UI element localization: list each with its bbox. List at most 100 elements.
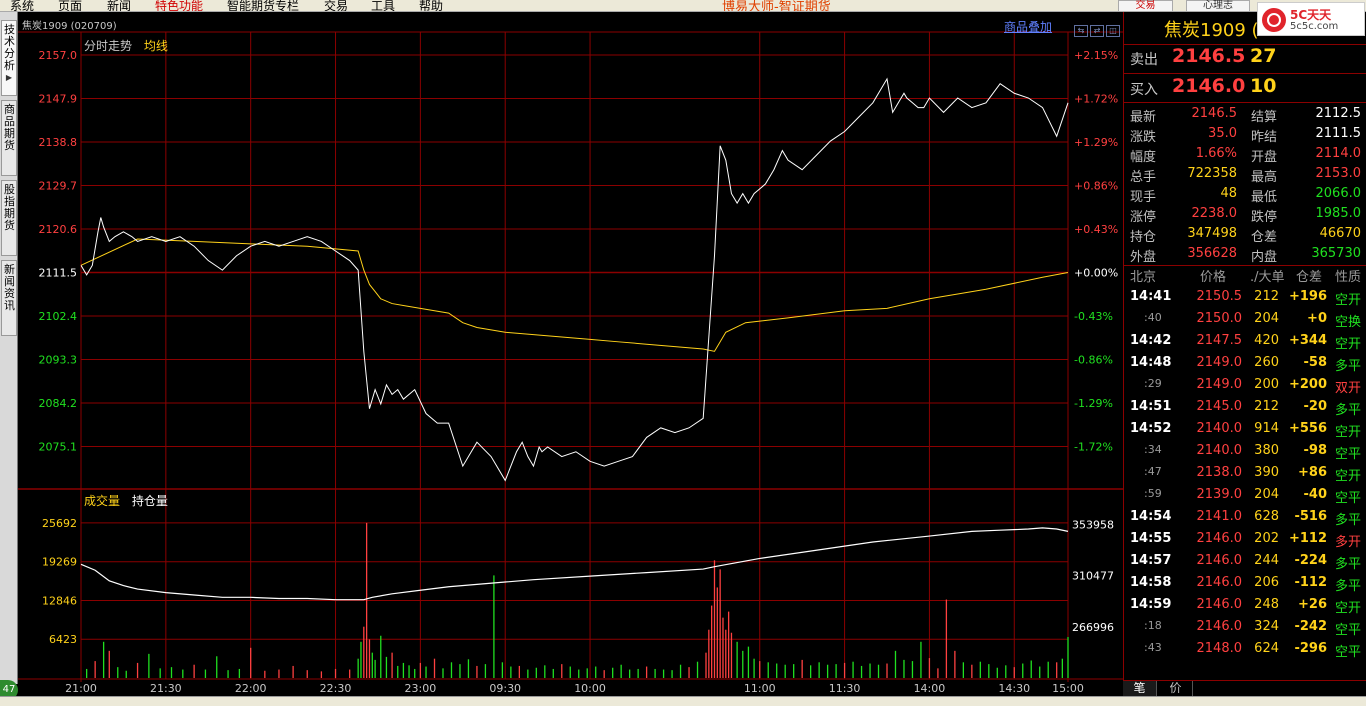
tick-row[interactable]: :18 2146.0 324 -242 空平 (1124, 616, 1366, 638)
tick-price: 2146.0 (1196, 531, 1243, 546)
tick-volume: 420 (1254, 333, 1279, 348)
app-title: 博易大师-智证期货 (722, 0, 831, 12)
price-tick-label: 2093.3 (39, 354, 78, 367)
chart-area[interactable]: 2157.0 +2.15% 2147.9 +1.72% 2138.8 +1.29% 2129… (18, 12, 1123, 696)
tick-nature: 多平 (1334, 513, 1361, 528)
volume-chart-legend: 成交量 持仓量 (84, 492, 168, 509)
menu-item-system[interactable]: 系统 (10, 0, 34, 11)
tick-row[interactable]: :34 2140.0 380 -98 空平 (1124, 440, 1366, 462)
tick-time: :59 (1144, 487, 1162, 500)
tab-news[interactable]: 新闻资讯 (1, 260, 17, 336)
stat-value: 2114.0 (1315, 146, 1362, 161)
shrink-icon[interactable]: ⇆ (1074, 25, 1088, 37)
tick-price: 2146.0 (1196, 553, 1243, 568)
tick-price: 2140.0 (1196, 421, 1243, 436)
tick-oi-diff: -58 (1303, 355, 1328, 370)
tick-oi-diff: -516 (1294, 509, 1327, 524)
menu-item-column[interactable]: 智能期货专栏 (227, 0, 299, 11)
tick-row[interactable]: 14:51 2145.0 212 -20 多平 (1124, 396, 1366, 418)
tab-by-tick[interactable]: 笔 (1123, 681, 1157, 696)
expand-icon[interactable]: ⇄ (1090, 25, 1104, 37)
tick-volume: 260 (1254, 355, 1279, 370)
ask-price[interactable]: 2146.5 (1172, 45, 1245, 67)
tab-news-label: 新闻资讯 (4, 263, 15, 312)
tick-price: 2150.5 (1196, 289, 1243, 304)
tick-oi-diff: -112 (1294, 575, 1327, 590)
time-tick-label: 11:00 (744, 682, 776, 695)
symbol-info: 焦炭1909 (020709) (22, 21, 117, 32)
tab-index-futures[interactable]: 股指期货 (1, 180, 17, 256)
trade-button[interactable]: 交易 (1118, 0, 1173, 11)
ticks-header-oi-diff: 仓差 (1296, 270, 1323, 285)
tick-oi-diff: -242 (1294, 619, 1327, 634)
chevron-right-icon: ▶ (5, 73, 13, 82)
stats-row: 现手 48 最低 2066.0 (1124, 184, 1366, 205)
tick-volume: 628 (1254, 509, 1279, 524)
tick-row[interactable]: 14:55 2146.0 202 +112 多开 (1124, 528, 1366, 550)
stats-row: 持仓 347498 仓差 46670 (1124, 224, 1366, 245)
price-tick-label: 2102.4 (39, 310, 78, 323)
tick-oi-diff: -224 (1294, 553, 1327, 568)
intraday-chart[interactable]: 2157.0 +2.15% 2147.9 +1.72% 2138.8 +1.29% 2129… (18, 12, 1123, 696)
stat-value: 2066.0 (1315, 186, 1362, 201)
time-tick-label: 23:00 (405, 682, 437, 695)
tick-nature: 多平 (1334, 579, 1361, 594)
tick-time: 14:42 (1130, 333, 1172, 348)
tick-row[interactable]: :40 2150.0 204 +0 空换 (1124, 308, 1366, 330)
menu-item-news[interactable]: 新闻 (107, 0, 131, 11)
price-line (80, 77, 1069, 482)
tick-price: 2147.5 (1196, 333, 1243, 348)
tick-row[interactable]: 14:41 2150.5 212 +196 空开 (1124, 286, 1366, 308)
stat-value: 2112.5 (1315, 106, 1362, 121)
tick-row[interactable]: :43 2148.0 624 -296 空平 (1124, 638, 1366, 660)
tick-nature: 空平 (1334, 447, 1361, 462)
zoom-icon[interactable]: ◫ (1106, 25, 1120, 37)
tab-by-price[interactable]: 价 (1159, 681, 1193, 696)
tick-row[interactable]: 14:59 2146.0 248 +26 空开 (1124, 594, 1366, 616)
mood-button[interactable]: 心理志 (1186, 0, 1250, 11)
volume-chart-title: 成交量 (84, 494, 121, 508)
price-tick-label: 2157.0 (39, 49, 78, 62)
stat-value: 46670 (1319, 226, 1361, 241)
menu-item-features[interactable]: 特色功能 (155, 0, 203, 11)
tick-row[interactable]: 14:54 2141.0 628 -516 多平 (1124, 506, 1366, 528)
tick-nature: 空换 (1334, 315, 1361, 330)
tick-volume: 212 (1254, 289, 1279, 304)
stats-row: 幅度 1.66% 开盘 2114.0 (1124, 144, 1366, 165)
tick-time: :40 (1144, 311, 1162, 324)
time-tick-label: 15:00 (1052, 682, 1084, 695)
menu-item-help[interactable]: 帮助 (419, 0, 443, 11)
menu-item-page[interactable]: 页面 (58, 0, 82, 11)
tick-row[interactable]: 14:52 2140.0 914 +556 空开 (1124, 418, 1366, 440)
tick-row[interactable]: :29 2149.0 200 +200 双开 (1124, 374, 1366, 396)
avg-price-line (80, 238, 1069, 352)
tick-nature: 空开 (1334, 425, 1361, 440)
tick-row[interactable]: 14:48 2149.0 260 -58 多平 (1124, 352, 1366, 374)
tick-oi-diff: -40 (1303, 487, 1328, 502)
tick-volume: 380 (1254, 443, 1279, 458)
bid-price[interactable]: 2146.0 (1172, 75, 1245, 97)
tab-technical-analysis[interactable]: 技术分析 ▶ (1, 20, 17, 96)
menu-item-trade[interactable]: 交易 (324, 0, 348, 11)
bid-volume: 10 (1250, 75, 1277, 97)
tick-row[interactable]: 14:57 2146.0 244 -224 多平 (1124, 550, 1366, 572)
avg-line-legend: 均线 (143, 39, 168, 53)
tab-commodity-futures[interactable]: 商品期货 (1, 100, 17, 176)
stat-value: 2238.0 (1191, 206, 1238, 221)
tick-time: :18 (1144, 619, 1162, 632)
commodity-overlay-link[interactable]: 商品叠加 (1004, 18, 1052, 35)
time-tick-label: 09:30 (489, 682, 521, 695)
tick-row[interactable]: :47 2138.0 390 +86 空开 (1124, 462, 1366, 484)
site-logo: 5C天天 5c5c.com (1257, 2, 1365, 36)
tick-oi-diff: -98 (1303, 443, 1328, 458)
tick-row[interactable]: :59 2139.0 204 -40 空平 (1124, 484, 1366, 506)
tick-price: 2148.0 (1196, 641, 1243, 656)
tick-row[interactable]: 14:42 2147.5 420 +344 空开 (1124, 330, 1366, 352)
tab-commodity-futures-label: 商品期货 (4, 103, 15, 152)
menu-item-tools[interactable]: 工具 (371, 0, 395, 11)
pct-tick-label: +1.29% (1074, 136, 1118, 149)
time-tick-label: 21:30 (150, 682, 182, 695)
tick-row[interactable]: 14:58 2146.0 206 -112 多平 (1124, 572, 1366, 594)
tick-time: 14:57 (1130, 553, 1172, 568)
panel-tabs: 笔 价 (1123, 680, 1366, 696)
